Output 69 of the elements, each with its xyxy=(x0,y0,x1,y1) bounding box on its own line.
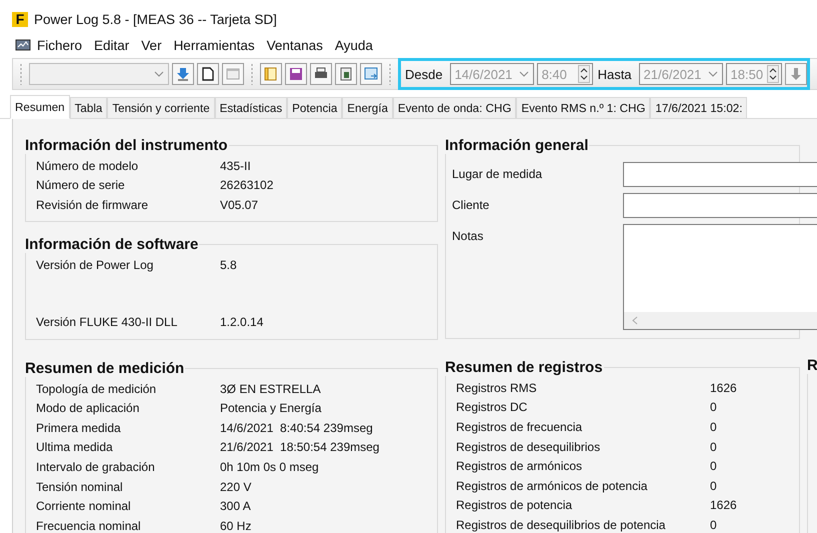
panel-heading: Información de software xyxy=(24,236,200,253)
menu-item[interactable]: Ventanas xyxy=(260,36,329,54)
menu-item[interactable]: Fichero xyxy=(31,36,88,54)
field-value: 21/6/2021 18:50:54 239mseg xyxy=(220,440,380,454)
tab[interactable]: Evento de onda: CHG xyxy=(392,97,516,118)
field-label: Registros de frecuencia xyxy=(456,420,584,434)
field-value: 0 xyxy=(710,440,718,454)
menu-item[interactable]: Ver xyxy=(135,36,168,54)
tab[interactable]: 17/6/2021 15:02: xyxy=(650,97,748,118)
field-label: Registros de potencia xyxy=(456,498,574,512)
tab[interactable]: Tabla xyxy=(70,97,108,118)
field-value: 435-II xyxy=(220,158,252,173)
field-value: 0 xyxy=(710,420,718,434)
field-label: Lugar de medida xyxy=(452,166,544,183)
app-logo: F xyxy=(12,12,28,26)
field-label: Versión FLUKE 430-II DLL xyxy=(36,315,178,330)
field-label: Topología de medición xyxy=(36,382,158,396)
field-label: Versión de Power Log xyxy=(36,258,154,272)
field-value: 5.8 xyxy=(220,258,238,272)
field-label: Primera medida xyxy=(36,420,122,435)
menu-item[interactable]: Ayuda xyxy=(328,36,379,54)
menu-item[interactable]: Editar xyxy=(88,36,136,54)
field-value: 0h 10m 0s 0 mseg xyxy=(220,460,320,474)
field-label: Corriente nominal xyxy=(36,499,132,514)
panel-heading: Resumen de registros xyxy=(444,359,604,376)
field-label: Registros RMS xyxy=(456,380,538,395)
field-label: Modo de aplicación xyxy=(36,401,140,416)
field-label: Revisión de firmware xyxy=(36,198,150,212)
field-value: 300 A xyxy=(220,499,252,514)
field-label: Registros de desequilibrios xyxy=(456,440,602,454)
panel-heading: Información general xyxy=(444,137,590,154)
field-label: Registros de desequilibrios de potencia xyxy=(456,518,666,532)
field-label: Registros de armónicos xyxy=(456,459,584,474)
field-value: 0 xyxy=(710,478,718,493)
field-label: Número de modelo xyxy=(36,158,140,173)
tab[interactable]: Estadísticas xyxy=(214,97,288,118)
panel-heading: Información del instrumento xyxy=(24,137,229,154)
field-label: Notas xyxy=(452,228,484,245)
field-label: Intervalo de grabación xyxy=(36,460,156,474)
tab[interactable]: Energía xyxy=(342,97,393,118)
tab[interactable]: Potencia xyxy=(287,97,342,118)
field-value: 60 Hz xyxy=(220,518,252,533)
field-value: V05.07 xyxy=(220,198,260,212)
field-label: Ultima medida xyxy=(36,440,114,454)
field-value: 1626 xyxy=(710,498,738,512)
field-value: 1626 xyxy=(710,380,738,395)
field-label: Frecuencia nominal xyxy=(36,518,142,533)
field-value: 0 xyxy=(710,459,718,474)
field-label: Número de serie xyxy=(36,178,126,192)
field-value: 1.2.0.14 xyxy=(220,315,264,330)
field-value: 14/6/2021 8:40:54 239mseg xyxy=(220,420,374,435)
from-label: Desde xyxy=(404,66,444,82)
field-label: Tensión nominal xyxy=(36,480,124,494)
window-title: Power Log 5.8 - [MEAS 36 -- Tarjeta SD] xyxy=(34,12,277,26)
field-value: 0 xyxy=(710,400,718,414)
to-label: Hasta xyxy=(596,66,633,82)
tab[interactable]: Resumen xyxy=(10,95,70,119)
field-value: 26263102 xyxy=(220,178,274,192)
tab[interactable]: Tensión y corriente xyxy=(107,97,215,118)
field-value: 0 xyxy=(710,518,718,532)
panel-heading: Resumen de medición xyxy=(24,360,186,377)
menu-item[interactable]: Herramientas xyxy=(168,36,261,54)
field-label: Registros de armónicos de potencia xyxy=(456,478,648,493)
field-label: Cliente xyxy=(452,197,490,214)
field-label: Registros DC xyxy=(456,400,528,414)
field-value: 220 V xyxy=(220,480,252,494)
tab[interactable]: Evento RMS n.º 1: CHG xyxy=(516,97,650,118)
field-value: 3Ø EN ESTRELLA xyxy=(220,382,322,396)
field-value: Potencia y Energía xyxy=(220,401,322,416)
